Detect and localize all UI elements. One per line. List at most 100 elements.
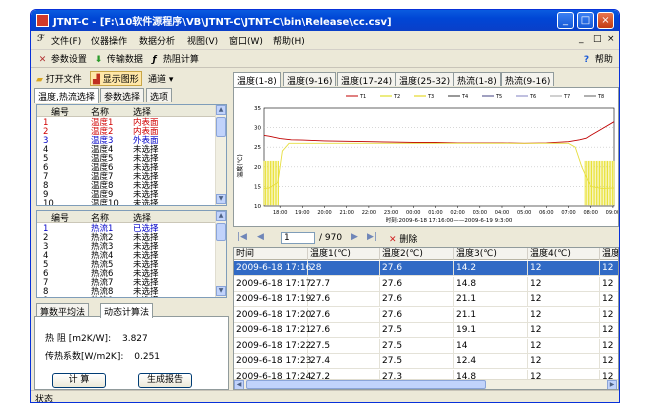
y-tick-label: 35 xyxy=(254,106,261,112)
help-button[interactable]: ? 帮助 xyxy=(581,52,613,65)
cell-time: 2009-6-18 17:20 xyxy=(234,307,311,323)
menu-bar: ℱ 文件(F) 仪器操作 数据分析 视图(V) 窗口(W) 帮助(H) _ □ … xyxy=(31,31,619,50)
scroll-down-icon[interactable]: ▼ xyxy=(216,194,226,204)
menu-window[interactable]: 窗口(W) xyxy=(229,34,263,47)
table-row[interactable]: 2009-6-18 17:20 27.6 27.6 21.1 12 12 xyxy=(234,307,618,323)
open-file-button[interactable]: ▰ 打开文件 xyxy=(36,72,82,85)
tab-flux-1-8[interactable]: 热流(1-8) xyxy=(453,72,501,87)
tools-icon: ✕ xyxy=(38,55,47,65)
col-temp5[interactable]: 温度5(℃ xyxy=(600,248,618,260)
cell-temp4: 12 xyxy=(528,292,600,307)
last-record-button[interactable]: ▶| xyxy=(367,232,377,242)
tab-temp-25-32[interactable]: 温度(25-32) xyxy=(395,72,455,87)
data-grid[interactable]: 时间 温度1(℃) 温度2(℃) 温度3(℃) 温度4(℃) 温度5(℃ 200… xyxy=(233,247,619,390)
params-button[interactable]: ✕ 参数设置 xyxy=(37,52,87,65)
menu-file[interactable]: 文件(F) xyxy=(51,34,81,47)
app-icon xyxy=(36,14,49,27)
tab-arithmetic-mean[interactable]: 算数平均法 xyxy=(36,303,90,318)
legend-entry: T1 xyxy=(359,94,366,100)
chart-icon: ▟ xyxy=(93,75,100,85)
cell-temp5: 12 xyxy=(600,292,618,307)
menu-view[interactable]: 视图(V) xyxy=(187,34,218,47)
mdi-close-button[interactable]: × xyxy=(607,34,615,44)
scroll-right-icon[interactable]: ▶ xyxy=(607,380,617,389)
table-row[interactable]: 2009-6-18 17:21 27.6 27.5 19.1 12 12 xyxy=(234,323,618,338)
title-bar[interactable]: JTNT-C - [F:\10软件源程序\VB\JTNT-C\JTNT-C\bi… xyxy=(31,10,619,31)
tab-temp-9-16[interactable]: 温度(9-16) xyxy=(283,72,337,87)
scroll-left-icon[interactable]: ◀ xyxy=(234,380,244,389)
col-temp4[interactable]: 温度4(℃) xyxy=(528,248,600,260)
tab-flux-9-16[interactable]: 热流(9-16) xyxy=(501,72,555,87)
scroll-thumb[interactable] xyxy=(216,117,226,137)
cell-temp3: 12.4 xyxy=(454,354,528,369)
tab-options[interactable]: 选项 xyxy=(146,88,173,103)
maximize-button[interactable]: □ xyxy=(577,12,594,29)
scroll-up-icon[interactable]: ▲ xyxy=(216,105,226,115)
cell-time: 2009-6-18 17:22 xyxy=(234,338,311,354)
flux-list-scrollbar[interactable]: ▲ ▼ xyxy=(215,211,226,297)
tab-temp-flux-select[interactable]: 温度,热流选择 xyxy=(34,88,99,103)
tab-temp-17-24[interactable]: 温度(17-24) xyxy=(337,72,397,87)
cell-temp5: 12 xyxy=(600,354,618,369)
temp-list-sel: 未选择 xyxy=(133,199,159,206)
scroll-down-icon[interactable]: ▼ xyxy=(216,286,226,296)
x-tick-label: 09:00 xyxy=(606,210,618,216)
cell-temp1: 27.5 xyxy=(308,338,380,354)
x-axis-label: 时刻:2009-6-18 17:16:00——2009-6-19 9:3:00 xyxy=(386,216,513,224)
mdi-restore-button[interactable]: □ xyxy=(593,34,602,44)
x-tick-label: 00:00 xyxy=(406,210,420,216)
first-record-button[interactable]: |◀ xyxy=(237,232,247,242)
x-tick-label: 06:00 xyxy=(539,210,553,216)
download-arrow-icon: ⬇ xyxy=(94,55,103,65)
scroll-up-icon[interactable]: ▲ xyxy=(216,211,226,221)
tab-temp-1-8[interactable]: 温度(1-8) xyxy=(233,72,281,87)
chart-panel: T1 T2 T3 T4 T5 T6 T7 T8 10 15 20 25 30 35 18:00 19:00… xyxy=(233,87,619,227)
menu-help[interactable]: 帮助(H) xyxy=(273,34,305,47)
flux-list-id: 9 xyxy=(43,296,48,297)
y-tick-label: 20 xyxy=(254,165,261,171)
generate-report-button[interactable]: 生成报告 xyxy=(138,373,192,388)
tab-dynamic-calc[interactable]: 动态计算法 xyxy=(100,303,154,318)
temp-list-header: 编号 名称 选择 xyxy=(37,105,217,118)
compute-button[interactable]: 计 算 xyxy=(52,373,106,388)
menu-instrument[interactable]: 仪器操作 xyxy=(91,34,127,47)
col-temp3[interactable]: 温度3(℃) xyxy=(454,248,528,260)
table-row[interactable]: 2009-6-18 17:16 28 27.6 14.2 12 12 xyxy=(234,261,618,276)
transfer-button[interactable]: ⬇ 传输数据 xyxy=(93,52,143,65)
table-row[interactable]: 2009-6-18 17:17 27.7 27.6 14.8 12 12 xyxy=(234,276,618,292)
minimize-button[interactable]: _ xyxy=(557,12,574,29)
x-tick-label: 02:00 xyxy=(450,210,464,216)
legend-entry: T4 xyxy=(461,94,468,100)
page-input[interactable]: 1 xyxy=(281,232,315,244)
status-text: 状态 xyxy=(35,395,54,403)
table-row[interactable]: 2009-6-18 17:22 27.5 27.5 14 12 12 xyxy=(234,338,618,354)
cell-temp3: 14 xyxy=(454,338,528,354)
heat-flux-list[interactable]: 编号 名称 选择 1 热流1 已选择 2 热流2 未选择 3 热流3 未选择 4 热流4 未选择 5 热流… xyxy=(36,210,227,298)
close-button[interactable]: × xyxy=(597,12,614,29)
tab-param-select[interactable]: 参数选择 xyxy=(100,88,145,103)
mdi-minimize-button[interactable]: _ xyxy=(579,34,584,44)
hscroll-thumb[interactable] xyxy=(246,380,486,389)
cell-temp5: 12 xyxy=(600,261,618,276)
temp-list-scrollbar[interactable]: ▲ ▼ xyxy=(215,105,226,205)
flux-list-sel: 未选择 xyxy=(133,296,159,297)
status-bar: 状态 xyxy=(31,390,619,403)
calc-resistance-button[interactable]: ƒ 热阻计算 xyxy=(149,52,199,65)
left-toolbar: ▰ 打开文件 ▟ 显示图形 通道 ▾ xyxy=(34,70,229,86)
grid-hscrollbar[interactable]: ◀ ▶ xyxy=(234,379,618,389)
col-time[interactable]: 时间 xyxy=(234,248,308,260)
menu-analysis[interactable]: 数据分析 xyxy=(139,34,175,47)
flux-list-row[interactable]: 9 热流9 未选择 xyxy=(37,296,217,297)
temperature-list[interactable]: 编号 名称 选择 1 温度1 内表面 2 温度2 内表面 3 温度3 外表面 4 温度4 未选择 5 温度… xyxy=(36,104,227,206)
temp-list-row[interactable]: 10 温度10 未选择 xyxy=(37,199,217,206)
channel-dropdown[interactable]: 通道 ▾ xyxy=(148,72,173,85)
prev-record-button[interactable]: ◀ xyxy=(257,232,264,242)
col-temp1[interactable]: 温度1(℃) xyxy=(308,248,380,260)
table-row[interactable]: 2009-6-18 17:23 27.4 27.5 12.4 12 12 xyxy=(234,354,618,369)
show-graph-button[interactable]: ▟ 显示图形 xyxy=(90,71,142,86)
next-record-button[interactable]: ▶ xyxy=(351,232,358,242)
table-row[interactable]: 2009-6-18 17:19 27.6 27.6 21.1 12 12 xyxy=(234,292,618,307)
scroll-thumb[interactable] xyxy=(216,223,226,241)
delete-button[interactable]: ✕ 删除 xyxy=(389,232,417,245)
col-temp2[interactable]: 温度2(℃) xyxy=(380,248,454,260)
